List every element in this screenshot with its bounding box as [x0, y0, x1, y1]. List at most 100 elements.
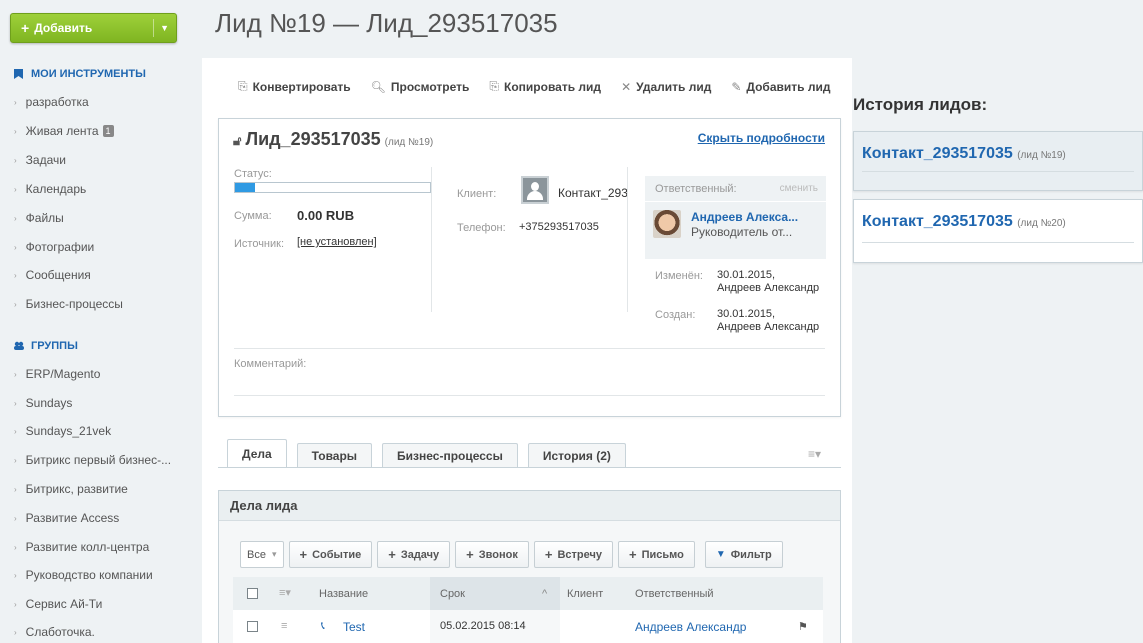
sidebar-group-item[interactable]: › Sundays_21vek: [14, 424, 111, 438]
sidebar: + Добавить ▼ МОИ ИНСТРУМЕНТЫ › разработка…: [0, 0, 190, 643]
table-row[interactable]: ≡ 📞︎ Test 05.02.2015 08:14 Андреев Алекс…: [233, 610, 823, 643]
plus-icon: +: [628, 547, 637, 562]
divider: [862, 242, 1134, 243]
copy-lead-button[interactable]: ⎘ Копировать лид: [489, 79, 601, 94]
activity-responsible[interactable]: Андреев Александр: [635, 620, 746, 634]
sidebar-item-photos[interactable]: › Фотографии: [14, 240, 94, 254]
tabs-menu-icon[interactable]: ≡▾: [808, 447, 821, 461]
divider: [627, 167, 628, 312]
status-label: Статус:: [234, 168, 272, 180]
responsible-avatar: [653, 210, 681, 238]
activity-filter-select[interactable]: Все ▾: [240, 541, 284, 568]
sidebar-group-item[interactable]: › Sundays: [14, 396, 72, 410]
select-all-checkbox[interactable]: [247, 588, 258, 599]
responsible-box: Ответственный: сменить Андреев Алекса...…: [645, 176, 826, 259]
tab-activities[interactable]: Дела: [227, 439, 287, 468]
created-by: Андреев Александр: [717, 321, 820, 333]
plus-icon: +: [299, 547, 308, 562]
sidebar-item-calendar[interactable]: › Календарь: [14, 182, 86, 196]
responsible-name[interactable]: Андреев Алекса...: [691, 210, 798, 224]
sidebar-item-messages[interactable]: › Сообщения: [14, 268, 91, 282]
column-name[interactable]: Название: [319, 588, 368, 600]
sidebar-group-item[interactable]: › Руководство компании: [14, 568, 153, 582]
lead-tabs: Дела Товары Бизнес-процессы История (2): [227, 439, 636, 468]
sidebar-group-item[interactable]: › ERP/Magento: [14, 367, 100, 381]
flag-icon[interactable]: ⚑: [798, 620, 808, 633]
chevron-right-icon: ›: [14, 126, 17, 136]
add-meeting-button[interactable]: + Встречу: [533, 541, 613, 568]
delete-lead-button[interactable]: ✕ Удалить лид: [621, 79, 711, 94]
divider: [862, 171, 1134, 172]
groups-label: ГРУППЫ: [31, 340, 78, 352]
sidebar-item-development[interactable]: › разработка: [14, 95, 89, 109]
row-checkbox[interactable]: [247, 621, 258, 632]
created-label: Создан:: [655, 309, 696, 321]
lead-toolbar: ⎘ Конвертировать 🔍︎ Просмотреть ⎘ Копироват…: [238, 79, 850, 94]
chevron-right-icon: ›: [14, 184, 17, 194]
responsible-label: Ответственный:: [655, 183, 737, 195]
chevron-right-icon: ›: [14, 570, 17, 580]
add-button-label: Добавить: [34, 21, 93, 35]
plus-icon: +: [544, 547, 553, 562]
divider: [234, 348, 825, 349]
source-value[interactable]: [не установлен]: [297, 236, 377, 248]
tab-history[interactable]: История (2): [527, 443, 626, 468]
chevron-right-icon: ›: [14, 513, 17, 523]
bookmark-icon: [14, 69, 23, 79]
status-progress-bar[interactable]: [234, 182, 431, 193]
tabs-underline: [218, 467, 841, 468]
phone-call-icon: 📞︎: [321, 620, 325, 632]
unlock-icon[interactable]: 🔓︎: [233, 133, 241, 149]
lead-details-card: 🔓︎ Лид_293517035 (лид №19) Скрыть подроб…: [218, 118, 841, 417]
convert-icon: ⎘: [238, 79, 248, 93]
chevron-down-icon[interactable]: ▼: [160, 23, 169, 33]
sidebar-group-item[interactable]: › Сервис Ай-Ти: [14, 597, 102, 611]
add-button[interactable]: + Добавить ▼: [10, 13, 177, 43]
chevron-right-icon: ›: [14, 627, 17, 637]
add-event-button[interactable]: + Событие: [288, 541, 373, 568]
divider: [431, 167, 432, 312]
client-value[interactable]: Контакт_293: [558, 186, 628, 200]
my-tools-header[interactable]: МОИ ИНСТРУМЕНТЫ: [14, 68, 146, 80]
column-client[interactable]: Клиент: [567, 588, 603, 600]
plus-icon: +: [388, 547, 396, 562]
convert-button[interactable]: ⎘ Конвертировать: [238, 79, 351, 94]
history-item[interactable]: Контакт_293517035 (лид №20): [853, 199, 1143, 263]
column-due[interactable]: Срок: [440, 588, 465, 600]
view-button[interactable]: 🔍︎ Просмотреть: [371, 79, 470, 94]
groups-header[interactable]: ГРУППЫ: [14, 340, 78, 352]
filter-button[interactable]: ▼ Фильтр: [704, 541, 783, 568]
page-title: Лид №19 — Лид_293517035: [215, 8, 558, 38]
sidebar-group-item[interactable]: › Слаботочка.: [14, 625, 95, 639]
sidebar-group-item[interactable]: › Развитие Access: [14, 511, 119, 525]
history-title: История лидов:: [853, 95, 988, 114]
responsible-position: Руководитель от...: [691, 225, 793, 239]
sidebar-group-item[interactable]: › Развитие колл-центра: [14, 540, 149, 554]
activity-name[interactable]: Test: [343, 620, 365, 634]
column-responsible[interactable]: Ответственный: [635, 588, 714, 600]
history-item[interactable]: Контакт_293517035 (лид №19): [853, 131, 1143, 191]
filter-icon: ▼: [715, 549, 726, 560]
add-lead-button[interactable]: ✎ Добавить лид: [731, 79, 830, 94]
sum-label: Сумма:: [234, 210, 272, 222]
tab-products[interactable]: Товары: [296, 443, 373, 468]
lead-number: (лид №19): [384, 137, 434, 148]
sidebar-item-live-feed[interactable]: › Живая лента 1: [14, 124, 114, 138]
sidebar-item-files[interactable]: › Файлы: [14, 211, 64, 225]
hide-details-link[interactable]: Скрыть подробности: [698, 131, 825, 145]
row-menu-icon[interactable]: ≡: [281, 620, 287, 632]
sidebar-group-item[interactable]: › Битрикс первый бизнес-...: [14, 453, 171, 467]
add-task-button[interactable]: + Задачу: [377, 541, 451, 568]
tab-business-processes[interactable]: Бизнес-процессы: [382, 443, 518, 468]
sidebar-item-tasks[interactable]: › Задачи: [14, 153, 66, 167]
sidebar-group-item[interactable]: › Битрикс, развитие: [14, 482, 128, 496]
phone-value[interactable]: +375293517035: [519, 221, 599, 233]
chevron-right-icon: ›: [14, 270, 17, 280]
change-responsible-link[interactable]: сменить: [780, 183, 818, 194]
column-settings-icon[interactable]: ≡▾: [279, 586, 291, 599]
sidebar-item-business-processes[interactable]: › Бизнес-процессы: [14, 297, 123, 311]
chevron-right-icon: ›: [14, 398, 17, 408]
add-call-button[interactable]: + Звонок: [455, 541, 529, 568]
add-email-button[interactable]: + Письмо: [617, 541, 695, 568]
lead-title: 🔓︎ Лид_293517035 (лид №19): [233, 129, 433, 150]
